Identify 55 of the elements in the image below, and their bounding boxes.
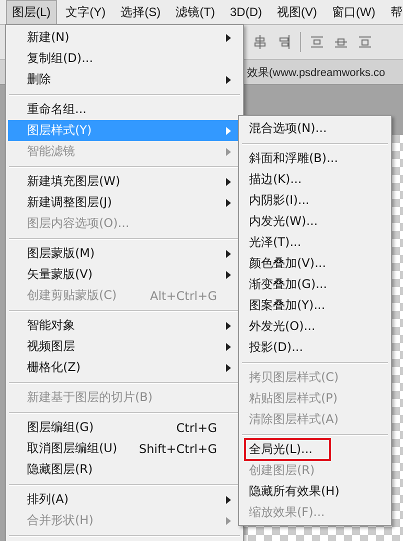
menu-item[interactable]: 图案叠加(Y)...	[241, 295, 389, 316]
submenu-arrow-icon	[226, 342, 231, 350]
menu-item[interactable]: 重命名组...	[8, 99, 241, 120]
align-icon[interactable]	[252, 34, 268, 50]
menu-item[interactable]: 删除	[8, 69, 241, 90]
submenu-arrow-icon	[226, 250, 231, 258]
menu-item[interactable]: 智能对象	[8, 315, 241, 336]
document-tab[interactable]: 效果(www.psdreamworks.co	[247, 64, 386, 80]
menu-item[interactable]: 光泽(T)...	[241, 232, 389, 253]
submenu-arrow-icon	[226, 322, 231, 330]
menu-item[interactable]: 内阴影(I)...	[241, 190, 389, 211]
submenu-arrow-icon	[226, 270, 231, 278]
menu-item[interactable]: 栅格化(Z)	[8, 357, 241, 378]
menu-item[interactable]: 投影(D)...	[241, 337, 389, 358]
menu-bar-item[interactable]: 帮	[384, 0, 403, 24]
menu-bar-item[interactable]: 选择(S)	[114, 0, 167, 24]
menu-item[interactable]: 新建填充图层(W)	[8, 171, 241, 192]
submenu-arrow-icon	[226, 76, 231, 84]
submenu-arrow-icon	[226, 364, 231, 372]
menu-bar-item[interactable]: 3D(D)	[224, 1, 268, 23]
menu-item[interactable]: 隐藏所有效果(H)	[241, 481, 389, 502]
menu-item[interactable]: 视频图层	[8, 336, 241, 357]
menu-item[interactable]: 复制组(D)...	[8, 48, 241, 69]
menu-item[interactable]: 图层编组(G) Ctrl+G	[8, 417, 241, 438]
menu-item[interactable]: 取消图层编组(U) Shift+Ctrl+G	[8, 438, 241, 459]
shortcut-text: Alt+Ctrl+G	[150, 288, 217, 302]
menu-item[interactable]: 内发光(W)...	[241, 211, 389, 232]
menu-item[interactable]: 混合选项(N)...	[241, 118, 389, 139]
menu-item[interactable]: 隐藏图层(R)	[8, 459, 241, 480]
menu-bar-item[interactable]: 窗口(W)	[326, 0, 382, 24]
submenu-arrow-icon	[226, 34, 231, 42]
menu-item[interactable]: 渐变叠加(G)...	[241, 274, 389, 295]
shortcut-text: Shift+Ctrl+G	[138, 442, 217, 456]
menu-item[interactable]: 描边(K)...	[241, 169, 389, 190]
submenu-arrow-icon	[226, 516, 231, 524]
menu-bar-item[interactable]: 文字(Y)	[60, 0, 112, 24]
submenu-arrow-icon	[226, 198, 231, 206]
menu-item[interactable]: 外发光(O)...	[241, 316, 389, 337]
distribute-icon[interactable]	[309, 34, 325, 50]
submenu-arrow-icon	[226, 178, 231, 186]
submenu-arrow-icon	[226, 148, 231, 156]
menu-bar-item[interactable]: 视图(V)	[271, 0, 323, 24]
menu-bar-item[interactable]: 滤镜(T)	[170, 0, 221, 24]
submenu-arrow-icon	[226, 126, 231, 134]
submenu-arrow-icon	[226, 496, 231, 504]
menu-item[interactable]: 新建调整图层(J)	[8, 192, 241, 213]
distribute-icon[interactable]	[357, 34, 373, 50]
menu-bar-item[interactable]: 图层(L)	[6, 0, 57, 24]
menu-item[interactable]: 矢量蒙版(V)	[8, 264, 241, 285]
menu-item[interactable]: 图层蒙版(M)	[8, 243, 241, 264]
menu-item[interactable]: 颜色叠加(V)...	[241, 253, 389, 274]
shortcut-text: Ctrl+G	[176, 420, 217, 434]
menu-item[interactable]: 新建(N)	[8, 27, 241, 48]
menu-item[interactable]: 斜面和浮雕(B)...	[241, 148, 389, 169]
menu-item[interactable]: 排列(A)	[8, 489, 241, 510]
